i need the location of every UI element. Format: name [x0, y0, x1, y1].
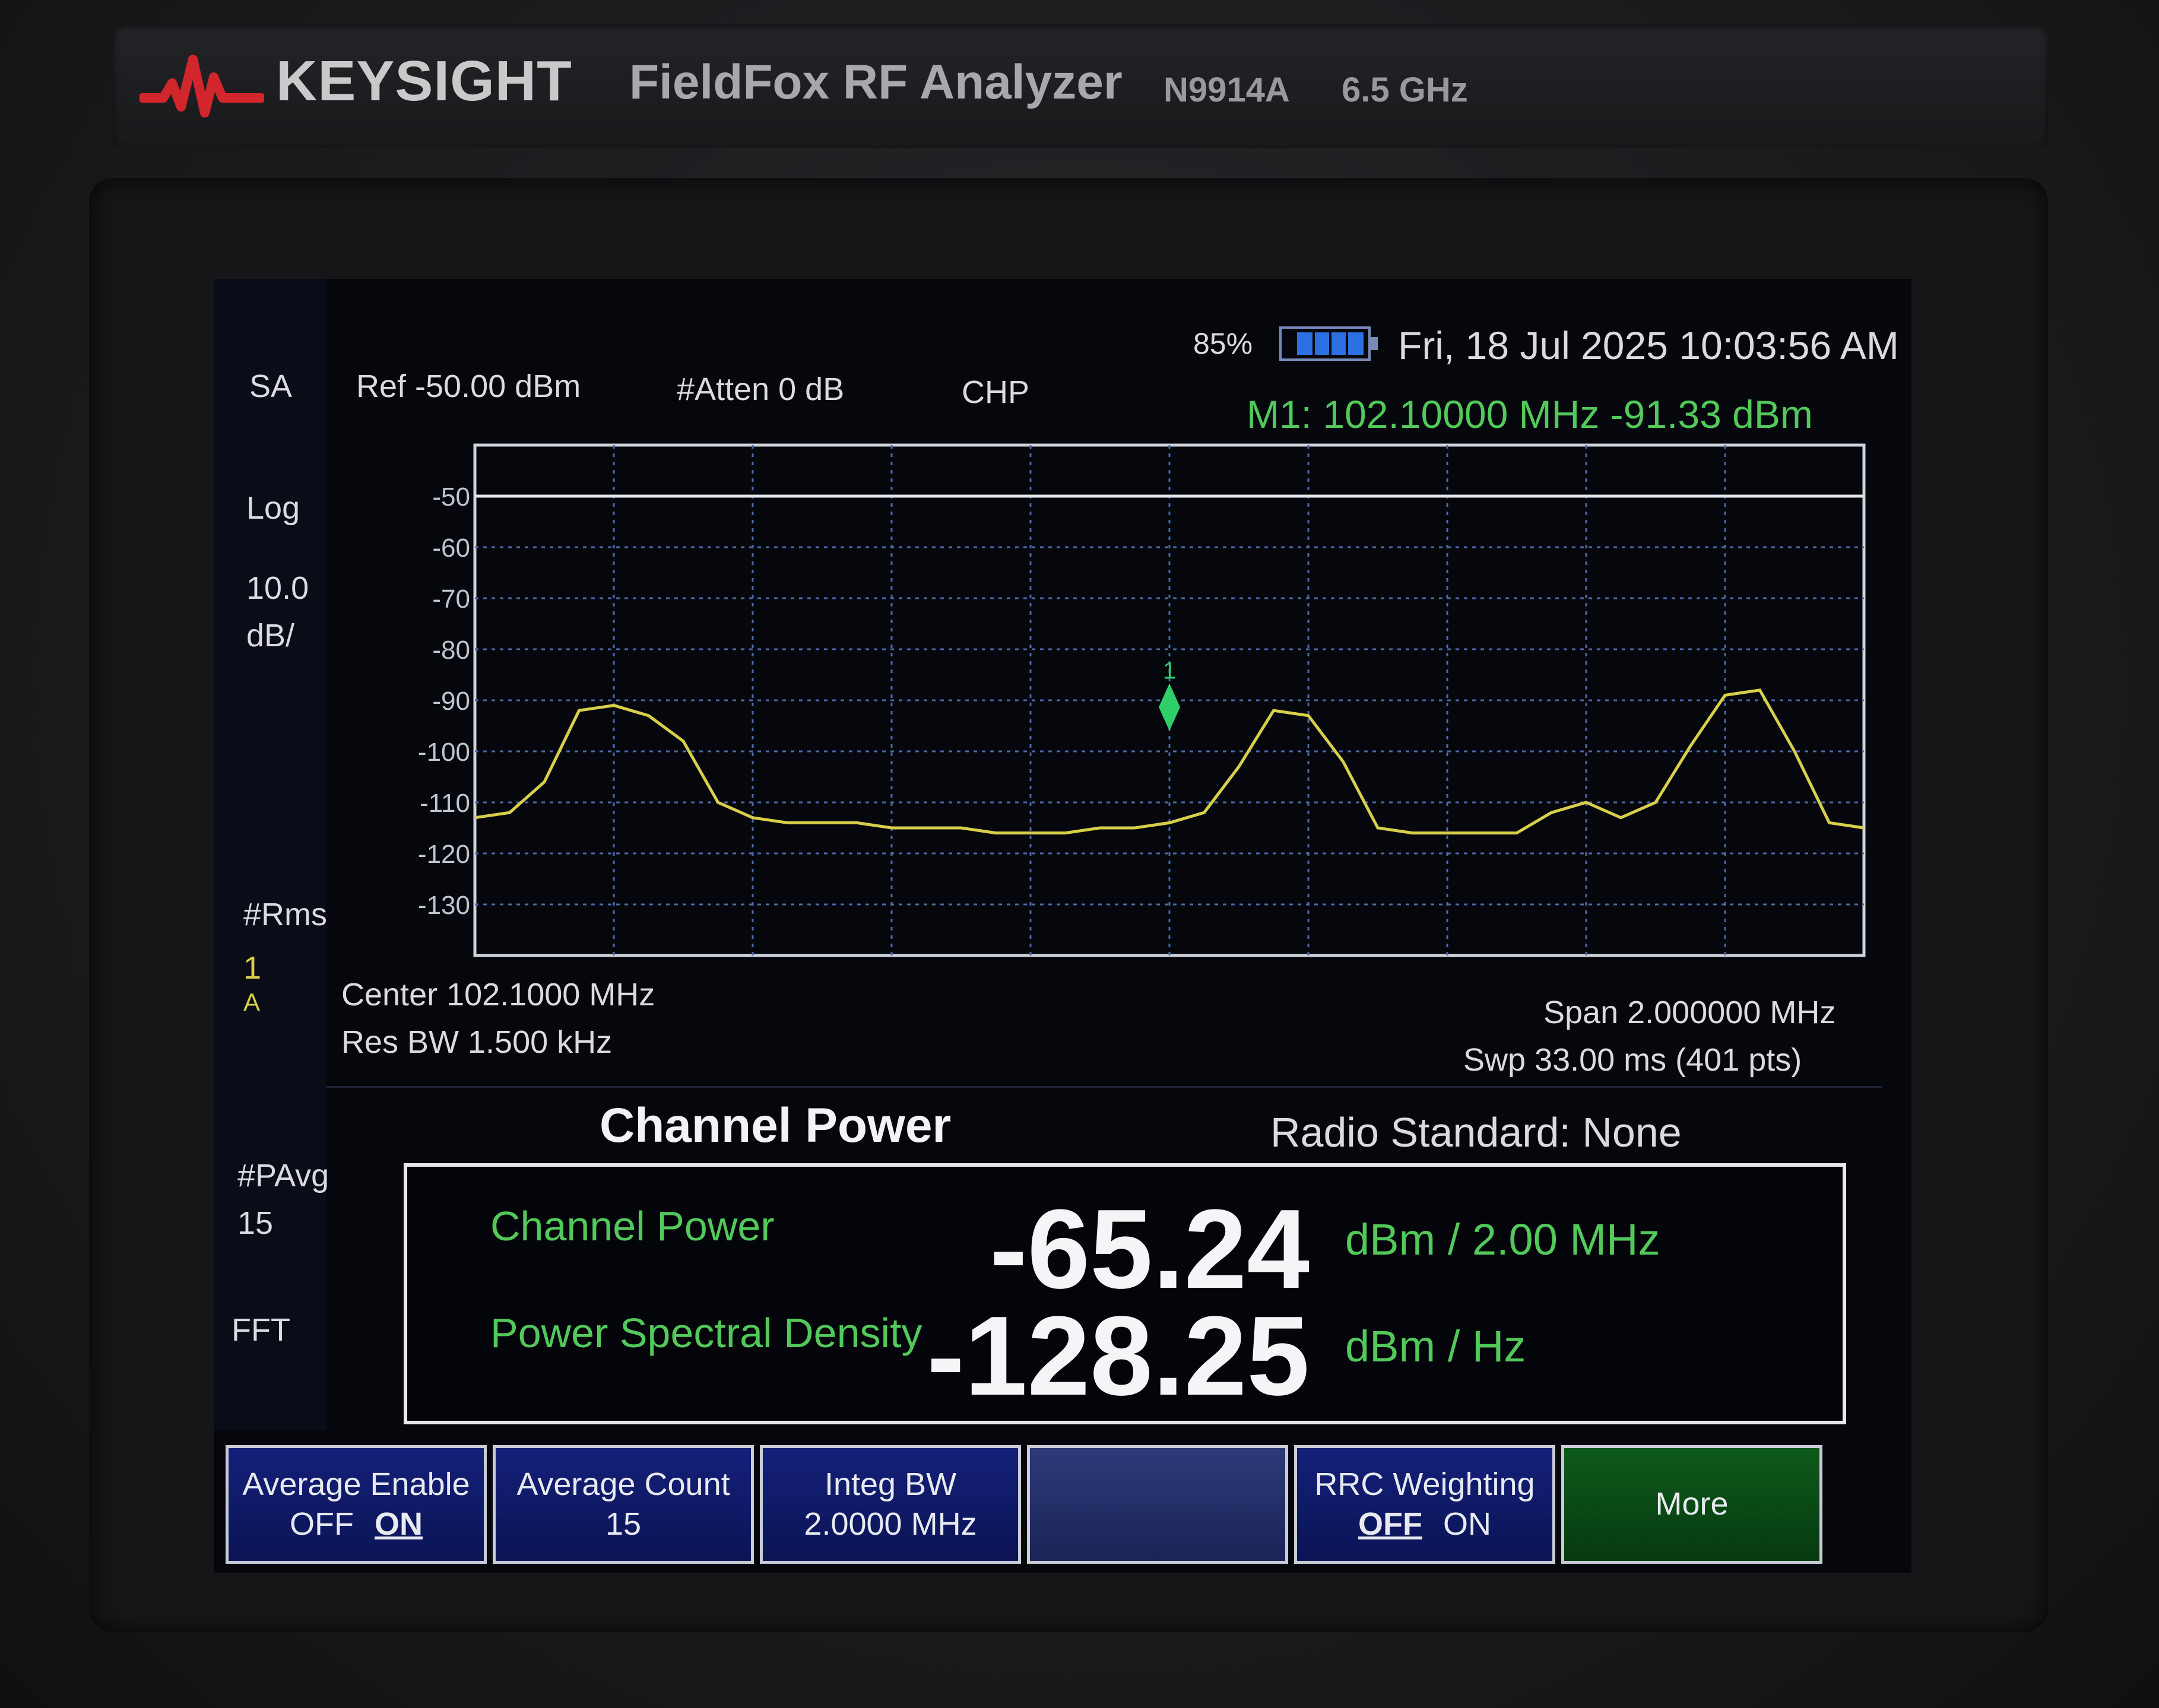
center-frequency: Center 102.1000 MHz: [341, 977, 655, 1012]
sweep-time: Swp 33.00 ms (401 pts): [1463, 1042, 1802, 1078]
reference-level: Ref -50.00 dBm: [356, 369, 581, 404]
fft-label: FFT: [232, 1312, 290, 1348]
marker-readout: M1: 102.10000 MHz -91.33 dBm: [1247, 392, 1813, 436]
channel-power-results: Channel Power -65.24 dBm / 2.00 MHz Powe…: [404, 1163, 1846, 1424]
radio-standard: Radio Standard: None: [1270, 1109, 1682, 1155]
marker-1-icon: 1: [1159, 658, 1180, 731]
trace-number: 1: [243, 950, 262, 986]
resolution-bandwidth: Res BW 1.500 kHz: [341, 1024, 613, 1060]
y-tick-label: -80: [432, 636, 470, 665]
marker-number: 1: [1163, 658, 1176, 684]
integ-bw-label: Integ BW: [824, 1466, 957, 1502]
trace-mode: A: [243, 988, 261, 1016]
pavg-label: #PAvg: [237, 1158, 329, 1193]
product-name: FieldFox RF Analyzer: [629, 55, 1123, 109]
average-count-value: 15: [605, 1506, 642, 1542]
attenuation: #Atten 0 dB: [677, 372, 845, 407]
keysight-logo-icon: [140, 55, 264, 118]
average-enable-off: OFF: [290, 1506, 354, 1542]
y-tick-label: -130: [418, 891, 470, 920]
spectrum-plot: -50 -60 -70 -80 -90 -100 -110 -120 -130 1: [418, 443, 1866, 957]
average-enable-softkey[interactable]: Average Enable OFF ON: [226, 1445, 487, 1564]
rrc-weighting-off: OFF: [1358, 1506, 1422, 1542]
span: Span 2.000000 MHz: [1543, 995, 1836, 1030]
marker-diamond: [1159, 683, 1180, 731]
lcd-screen: 85% Fri, 18 Jul 2025 10:03:56 AM SA Ref …: [214, 279, 1911, 1573]
psd-unit: dBm / Hz: [1345, 1322, 1526, 1371]
channel-power-title: Channel Power: [600, 1099, 952, 1153]
y-tick-label: -100: [418, 738, 470, 767]
psd-value: -128.25: [927, 1293, 1310, 1419]
mode-label: SA: [249, 369, 293, 404]
integ-bw-value: 2.0000 MHz: [804, 1506, 977, 1542]
average-count-label: Average Count: [516, 1466, 730, 1502]
pavg-value: 15: [237, 1205, 274, 1241]
y-tick-label: -120: [418, 840, 470, 869]
more-label: More: [1655, 1486, 1729, 1522]
detector-label: #Rms: [243, 897, 328, 932]
y-tick-label: -70: [432, 585, 470, 614]
battery-percent: 85%: [1193, 327, 1253, 360]
average-enable-on: ON: [375, 1506, 423, 1542]
channel-power-unit: dBm / 2.00 MHz: [1345, 1215, 1660, 1264]
battery-icon: [1279, 326, 1378, 361]
blank-softkey[interactable]: [1027, 1445, 1288, 1564]
y-tick-label: -50: [432, 482, 470, 512]
brand-name: KEYSIGHT: [276, 49, 572, 113]
integ-bw-softkey[interactable]: Integ BW 2.0000 MHz: [760, 1445, 1021, 1564]
average-enable-label: Average Enable: [242, 1466, 470, 1502]
rrc-weighting-on: ON: [1443, 1506, 1491, 1542]
rrc-weighting-label: RRC Weighting: [1314, 1466, 1535, 1502]
brand-bar: KEYSIGHT FieldFox RF Analyzer N9914A 6.5…: [113, 24, 2048, 148]
y-tick-label: -90: [432, 687, 470, 716]
y-tick-label: -110: [420, 789, 470, 818]
measurement-mode: CHP: [962, 374, 1030, 410]
scale-type: Log: [246, 490, 300, 526]
left-info-strip: [214, 279, 326, 1430]
frequency-range: 6.5 GHz: [1342, 71, 1468, 109]
divider: [326, 1086, 1882, 1088]
average-count-softkey[interactable]: Average Count 15: [493, 1445, 754, 1564]
more-softkey[interactable]: More: [1561, 1445, 1822, 1564]
scale-value: 10.0: [246, 570, 309, 606]
date-time: Fri, 18 Jul 2025 10:03:56 AM: [1398, 323, 1899, 367]
rrc-weighting-softkey[interactable]: RRC Weighting OFF ON: [1294, 1445, 1555, 1564]
model-number: N9914A: [1163, 71, 1290, 109]
y-tick-label: -60: [432, 534, 470, 563]
channel-power-label: Channel Power: [490, 1203, 775, 1249]
scale-unit: dB/: [246, 618, 295, 653]
softkey-bar: Average Enable OFF ON Average Count 15 I…: [214, 1445, 1911, 1573]
